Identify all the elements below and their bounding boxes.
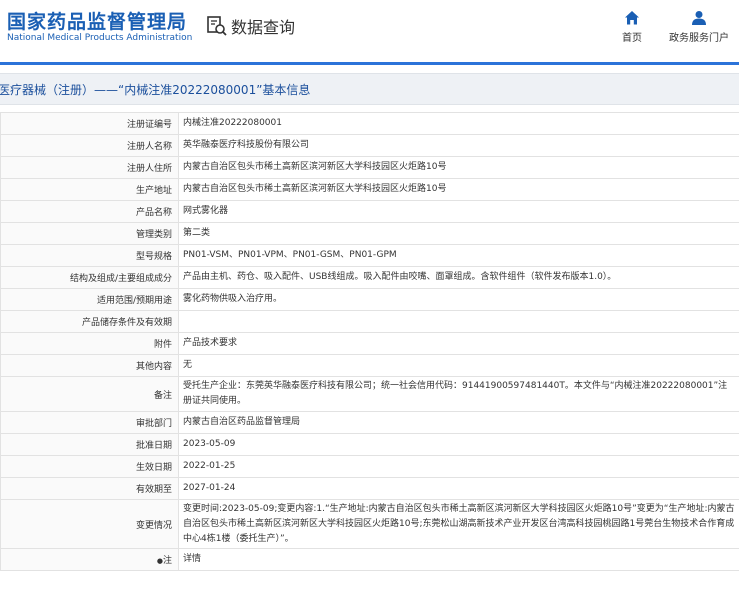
field-label: 结构及组成/主要组成成分 [0, 266, 179, 289]
field-label: 备注 [0, 376, 179, 412]
table-row: 型号规格 PN01-VSM、PN01-VPM、PN01-GSM、PN01-GPM [0, 244, 739, 267]
field-value: 内蒙古自治区药品监督管理局 [178, 411, 739, 434]
table-row: 产品名称 网式雾化器 [0, 200, 739, 223]
page-title: 医疗器械（注册）——“内械注准20222080001”基本信息 [0, 83, 311, 97]
field-label: 适用范围/预期用途 [0, 288, 179, 311]
nav-service-portal-label: 政务服务门户 [669, 33, 729, 44]
field-label: 附件 [0, 332, 179, 355]
field-value: 内蒙古自治区包头市稀土高新区滨河新区大学科技园区火炬路10号 [178, 178, 739, 201]
field-value: 产品技术要求 [178, 332, 739, 355]
field-label-text: 批准日期 [135, 441, 172, 451]
field-label: 审批部门 [0, 411, 179, 434]
field-label-text: 型号规格 [135, 252, 172, 262]
field-label-text: 结构及组成/主要组成成分 [69, 274, 172, 284]
table-row: 结构及组成/主要组成成分 产品由主机、药仓、吸入配件、USB线组成。吸入配件由咬嘴… [0, 266, 739, 289]
header-divider [0, 62, 739, 65]
field-label-text: 适用范围/预期用途 [96, 296, 172, 306]
table-row: 变更情况 变更时间:2023-05-09;变更内容:1.“生产地址:内蒙古自治区包… [0, 499, 739, 549]
field-value: 雾化药物供吸入治疗用。 [178, 288, 739, 311]
home-icon [625, 11, 639, 25]
field-label: 生效日期 [0, 455, 179, 478]
data-query-label: 数据查询 [231, 18, 296, 37]
site-header: 国家药品监督管理局 National Medical Products Admi… [0, 0, 739, 62]
user-icon [692, 11, 706, 25]
field-label: 注册人住所 [0, 156, 179, 179]
field-label-text: 管理类别 [135, 230, 172, 240]
field-label: 型号规格 [0, 244, 179, 267]
table-row: 审批部门 内蒙古自治区药品监督管理局 [0, 411, 739, 434]
nav-service-portal[interactable]: 政务服务门户 [668, 10, 730, 44]
field-value: PN01-VSM、PN01-VPM、PN01-GSM、PN01-GPM [178, 244, 739, 267]
field-label: 批准日期 [0, 433, 179, 456]
record-title-bar: 医疗器械（注册）——“内械注准20222080001”基本信息 [0, 73, 739, 105]
data-query-heading: 数据查询 [206, 14, 295, 38]
field-value: 无 [178, 354, 739, 377]
field-label-text: 备注 [153, 390, 172, 401]
nav-home[interactable]: 首页 [620, 10, 644, 44]
table-row: 备注 受托生产企业：东莞英华融泰医疗科技有限公司；统一社会信用代码：9144190… [0, 376, 739, 412]
field-value: 内蒙古自治区包头市稀土高新区滨河新区大学科技园区火炬路10号 [178, 156, 739, 179]
field-value: 2027-01-24 [178, 477, 739, 500]
table-row: 有效期至 2027-01-24 [0, 477, 739, 500]
field-label-text: 产品名称 [135, 208, 172, 218]
field-value: 英华融泰医疗科技股份有限公司 [178, 134, 739, 157]
site-logo-subtitle: National Medical Products Administration [7, 33, 193, 43]
table-row: 注册证编号 内械注准20222080001 [0, 112, 739, 135]
field-value: 受托生产企业：东莞英华融泰医疗科技有限公司；统一社会信用代码：914419005… [178, 376, 739, 412]
field-label: 注册人名称 [0, 134, 179, 157]
field-value: 2023-05-09 [178, 433, 739, 456]
field-value [178, 310, 739, 333]
table-row: 附件 产品技术要求 [0, 332, 739, 355]
field-label-text: 有效期至 [135, 485, 172, 495]
table-row: 生效日期 2022-01-25 [0, 455, 739, 478]
field-label-text: 生效日期 [135, 463, 172, 473]
site-logo-title[interactable]: 国家药品监督管理局 [7, 7, 187, 34]
field-label: 生产地址 [0, 178, 179, 201]
field-label-text: 注 [162, 556, 172, 566]
field-value: 内械注准20222080001 [178, 112, 739, 135]
field-value: 2022-01-25 [178, 455, 739, 478]
field-label-text: 生产地址 [135, 186, 172, 196]
table-row: ●注 详情 [0, 548, 739, 571]
nav-home-label: 首页 [622, 33, 642, 44]
table-row: 注册人名称 英华融泰医疗科技股份有限公司 [0, 134, 739, 157]
field-label-text: 附件 [153, 340, 172, 350]
field-label: ●注 [0, 548, 179, 571]
field-label: 变更情况 [0, 499, 179, 549]
field-value: 产品由主机、药仓、吸入配件、USB线组成。吸入配件由咬嘴、面罩组成。含软件组件（… [178, 266, 739, 289]
field-label: 管理类别 [0, 222, 179, 245]
table-row: 生产地址 内蒙古自治区包头市稀土高新区滨河新区大学科技园区火炬路10号 [0, 178, 739, 201]
table-row: 适用范围/预期用途 雾化药物供吸入治疗用。 [0, 288, 739, 311]
record-detail-table: 注册证编号 内械注准20222080001 注册人名称 英华融泰医疗科技股份有限公司注… [0, 112, 739, 571]
table-row: 管理类别 第二类 [0, 222, 739, 245]
field-label-text: 注册人名称 [126, 142, 172, 152]
field-label: 有效期至 [0, 477, 179, 500]
field-value: 第二类 [178, 222, 739, 245]
field-value: 变更时间:2023-05-09;变更内容:1.“生产地址:内蒙古自治区包头市稀土… [178, 499, 739, 549]
table-row: 产品储存条件及有效期 [0, 310, 739, 333]
field-label-text: 注册人住所 [126, 164, 172, 174]
table-row: 其他内容无 [0, 354, 739, 377]
field-label: 其他内容 [0, 354, 179, 377]
field-label: 产品储存条件及有效期 [0, 310, 179, 333]
field-label-text: 其他内容 [135, 362, 172, 372]
field-label: 产品名称 [0, 200, 179, 223]
field-value: 网式雾化器 [178, 200, 739, 223]
field-label-text: 注册证编号 [126, 120, 172, 130]
detail-link[interactable]: 详情 [178, 548, 739, 571]
field-label-text: 产品储存条件及有效期 [81, 318, 172, 328]
table-row: 批准日期 2023-05-09 [0, 433, 739, 456]
field-label-text: 审批部门 [135, 419, 172, 429]
table-row: 注册人住所 内蒙古自治区包头市稀土高新区滨河新区大学科技园区火炬路10号 [0, 156, 739, 179]
document-search-icon [207, 16, 227, 36]
field-label-text: 变更情况 [135, 520, 172, 531]
field-label: 注册证编号 [0, 112, 179, 135]
